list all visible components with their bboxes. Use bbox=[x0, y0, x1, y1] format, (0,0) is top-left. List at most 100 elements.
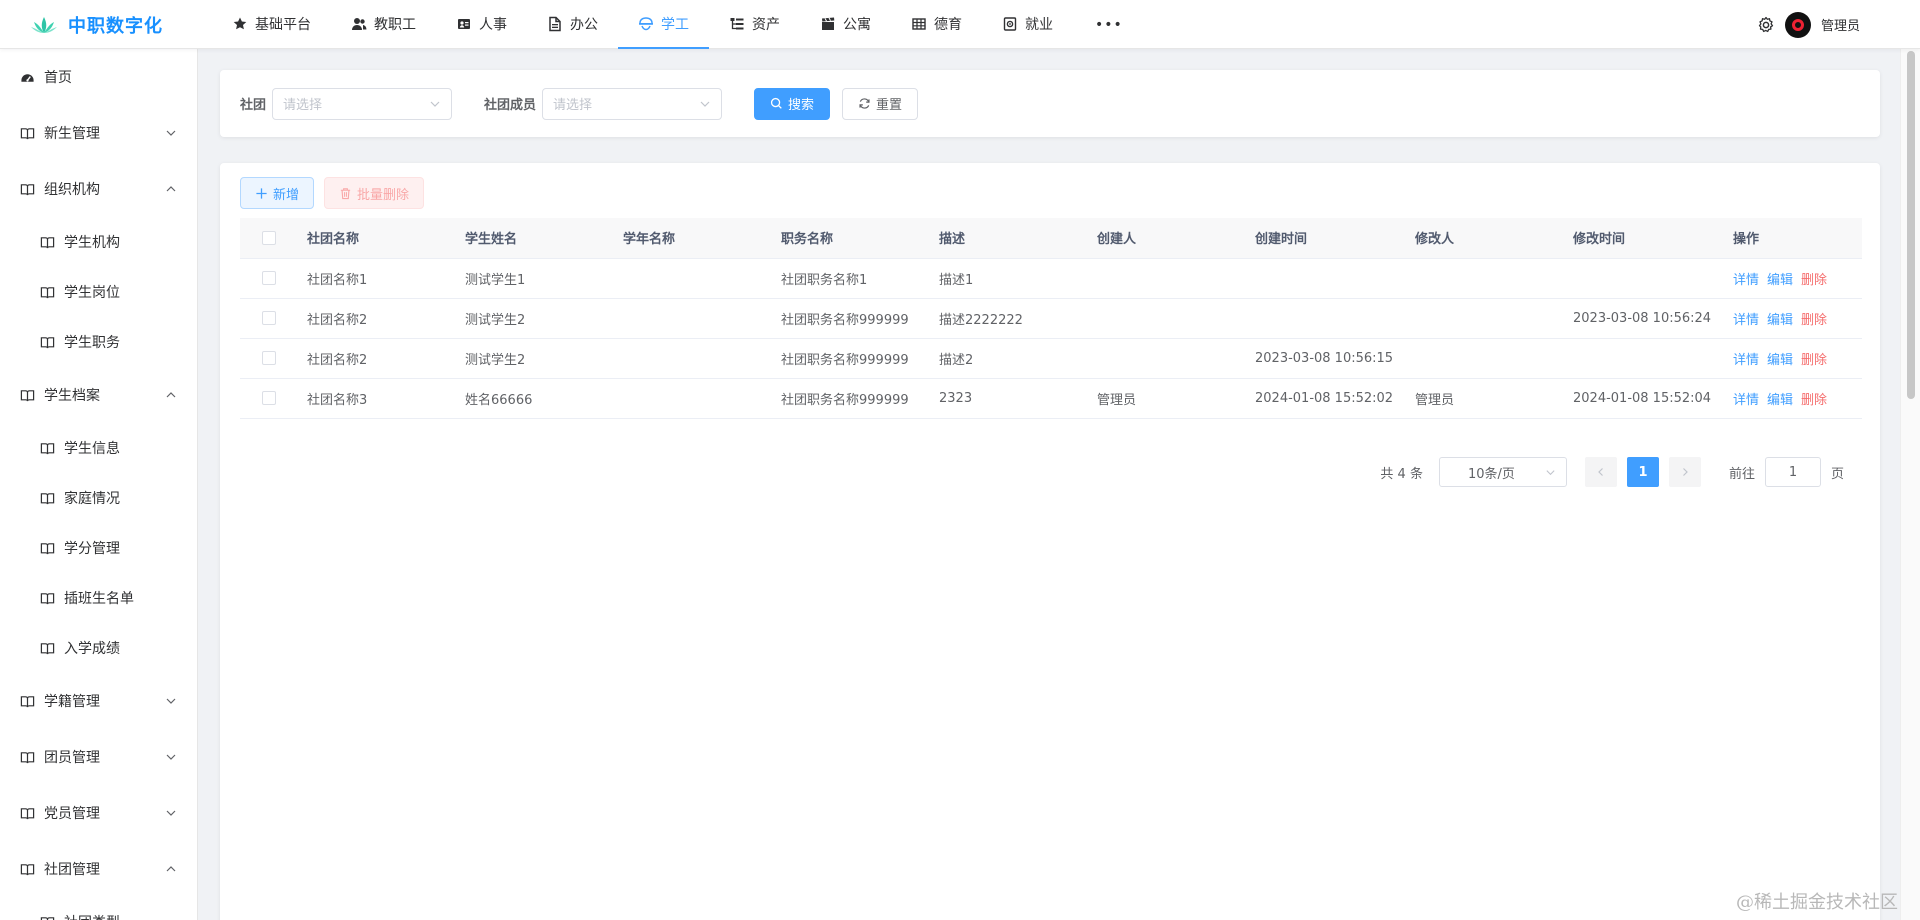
chevron-down-icon bbox=[699, 98, 711, 110]
edit-link[interactable]: 编辑 bbox=[1767, 273, 1793, 288]
column-header[interactable]: 描述 bbox=[929, 218, 1087, 259]
cell-created-at bbox=[1245, 258, 1405, 299]
book-icon bbox=[20, 750, 44, 765]
avatar[interactable] bbox=[1784, 11, 1811, 38]
gear-icon[interactable] bbox=[1757, 16, 1775, 34]
user-name[interactable]: 管理员 bbox=[1821, 15, 1860, 34]
club-select[interactable]: 请选择 bbox=[272, 87, 453, 120]
sidebar-subitem-entrance-scores[interactable]: 入学成绩 bbox=[0, 623, 197, 673]
page-scrollbar[interactable] bbox=[1900, 49, 1920, 920]
row-checkbox[interactable] bbox=[261, 271, 276, 285]
cell-creator bbox=[1087, 298, 1245, 339]
table-row: 社团名称3 姓名66666 社团职务名称999999 2323 管理员 2024… bbox=[240, 378, 1862, 419]
nav-item-staff[interactable]: 教职工 bbox=[331, 0, 436, 49]
book-icon bbox=[40, 235, 64, 250]
nav-item-student-affairs[interactable]: 学工 bbox=[618, 0, 709, 49]
nav-item-office[interactable]: 办公 bbox=[527, 0, 618, 49]
column-header[interactable]: 创建人 bbox=[1087, 218, 1245, 259]
delete-link[interactable]: 删除 bbox=[1801, 313, 1827, 328]
cell-creator bbox=[1087, 258, 1245, 299]
column-header[interactable]: 修改时间 bbox=[1563, 218, 1723, 259]
prev-page-button[interactable] bbox=[1584, 457, 1617, 487]
more-dots-icon: ••• bbox=[1095, 16, 1123, 33]
search-form: 社团 请选择 社团成员 请选择 搜索 重置 bbox=[220, 70, 1880, 137]
sidebar-subitem-student-info[interactable]: 学生信息 bbox=[0, 423, 197, 473]
chevron-down-icon bbox=[429, 98, 441, 110]
select-all-checkbox[interactable] bbox=[261, 230, 276, 245]
page-size-select[interactable]: 10条/页 bbox=[1438, 457, 1567, 487]
delete-link[interactable]: 删除 bbox=[1801, 393, 1827, 408]
chevron-down-icon bbox=[165, 695, 177, 707]
cell-modified-at bbox=[1563, 258, 1723, 299]
column-header[interactable]: 学年名称 bbox=[613, 218, 771, 259]
scrollbar-thumb[interactable] bbox=[1907, 51, 1915, 399]
cell-club-name: 社团名称1 bbox=[297, 258, 455, 299]
column-header[interactable]: 社团名称 bbox=[297, 218, 455, 259]
detail-link[interactable]: 详情 bbox=[1733, 393, 1759, 408]
sidebar-subitem-family[interactable]: 家庭情况 bbox=[0, 473, 197, 523]
book-icon bbox=[40, 285, 64, 300]
member-label: 社团成员 bbox=[484, 98, 537, 113]
row-checkbox[interactable] bbox=[261, 311, 276, 325]
column-header[interactable]: 修改人 bbox=[1405, 218, 1563, 259]
nav-item-moral-education[interactable]: 德育 bbox=[891, 0, 982, 49]
sidebar-item-league-members[interactable]: 团员管理 bbox=[0, 729, 197, 785]
table-row: 社团名称2 测试学生2 社团职务名称999999 描述2222222 2023-… bbox=[240, 298, 1862, 339]
reset-button[interactable]: 重置 bbox=[842, 87, 919, 120]
delete-link[interactable]: 删除 bbox=[1801, 353, 1827, 368]
sidebar-item-enrollment[interactable]: 学籍管理 bbox=[0, 673, 197, 729]
chevron-down-icon bbox=[165, 807, 177, 819]
search-button[interactable]: 搜索 bbox=[754, 87, 831, 120]
goto-page-input[interactable] bbox=[1764, 457, 1821, 487]
detail-link[interactable]: 详情 bbox=[1733, 273, 1759, 288]
nav-item-basic-platform[interactable]: 基础平台 bbox=[212, 0, 331, 49]
club-members-table: 社团名称 学生姓名 学年名称 职务名称 描述 创建人 创建时间 修改人 修改时间… bbox=[240, 218, 1862, 419]
edit-link[interactable]: 编辑 bbox=[1767, 353, 1793, 368]
sidebar-subitem-club-type[interactable]: 社团类型 bbox=[0, 897, 197, 920]
brand[interactable]: 中职数字化 bbox=[30, 0, 163, 49]
id-card-icon bbox=[456, 16, 472, 32]
sidebar-subitem-student-org[interactable]: 学生机构 bbox=[0, 217, 197, 267]
book-icon bbox=[40, 491, 64, 506]
users-icon bbox=[351, 16, 367, 32]
total-count: 共 4 条 bbox=[1380, 466, 1423, 482]
add-button[interactable]: 新增 bbox=[240, 177, 315, 209]
nav-item-employment[interactable]: 就业 bbox=[982, 0, 1073, 49]
nav-item-apartment[interactable]: 公寓 bbox=[800, 0, 891, 49]
chevron-right-icon bbox=[1680, 467, 1690, 477]
column-header[interactable]: 职务名称 bbox=[771, 218, 929, 259]
sidebar-item-organization[interactable]: 组织机构 bbox=[0, 161, 197, 217]
nav-item-hr[interactable]: 人事 bbox=[436, 0, 527, 49]
edit-link[interactable]: 编辑 bbox=[1767, 393, 1793, 408]
nav-more-button[interactable]: ••• bbox=[1073, 0, 1145, 49]
tree-icon bbox=[729, 16, 745, 32]
sidebar-subitem-credits[interactable]: 学分管理 bbox=[0, 523, 197, 573]
table-toolbar: 新增 批量删除 bbox=[240, 177, 425, 209]
cell-actions: 详情 编辑 删除 bbox=[1723, 378, 1862, 419]
sidebar-item-club-management[interactable]: 社团管理 bbox=[0, 841, 197, 897]
row-checkbox[interactable] bbox=[261, 351, 276, 365]
book-icon bbox=[20, 388, 44, 403]
next-page-button[interactable] bbox=[1668, 457, 1701, 487]
plus-icon bbox=[255, 187, 268, 200]
page-number-button[interactable]: 1 bbox=[1626, 457, 1659, 487]
sidebar-subitem-transfer-list[interactable]: 插班生名单 bbox=[0, 573, 197, 623]
sidebar-item-party-members[interactable]: 党员管理 bbox=[0, 785, 197, 841]
sidebar-item-freshman[interactable]: 新生管理 bbox=[0, 105, 197, 161]
book-icon bbox=[20, 694, 44, 709]
batch-delete-button[interactable]: 批量删除 bbox=[324, 177, 425, 209]
sidebar-item-home[interactable]: 首页 bbox=[0, 49, 197, 105]
edit-link[interactable]: 编辑 bbox=[1767, 313, 1793, 328]
detail-link[interactable]: 详情 bbox=[1733, 313, 1759, 328]
column-header[interactable]: 学生姓名 bbox=[455, 218, 613, 259]
book-icon bbox=[20, 182, 44, 197]
sidebar-subitem-student-duty[interactable]: 学生职务 bbox=[0, 317, 197, 367]
row-checkbox[interactable] bbox=[261, 391, 276, 405]
sidebar-subitem-student-post[interactable]: 学生岗位 bbox=[0, 267, 197, 317]
member-select[interactable]: 请选择 bbox=[542, 87, 723, 120]
sidebar-item-student-archive[interactable]: 学生档案 bbox=[0, 367, 197, 423]
nav-item-assets[interactable]: 资产 bbox=[709, 0, 800, 49]
delete-link[interactable]: 删除 bbox=[1801, 273, 1827, 288]
column-header[interactable]: 创建时间 bbox=[1245, 218, 1405, 259]
detail-link[interactable]: 详情 bbox=[1733, 353, 1759, 368]
